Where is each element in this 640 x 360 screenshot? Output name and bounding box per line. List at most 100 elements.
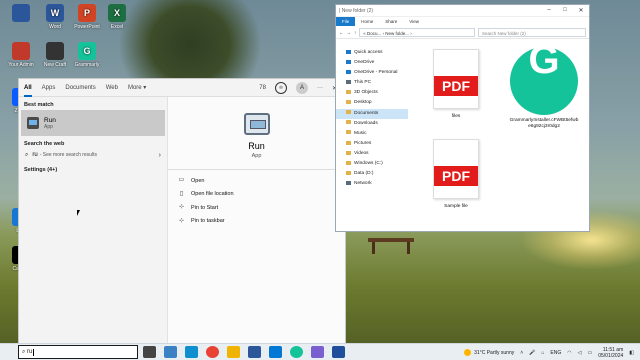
sun-icon (464, 349, 472, 356)
teams-icon[interactable] (311, 346, 324, 358)
action-open-file-location[interactable]: ▯ Open file location (168, 188, 345, 202)
avatar[interactable]: A (295, 82, 308, 94)
desktop-icon[interactable]: P PowerPoint (70, 4, 104, 30)
network-icon[interactable]: ⌂ (541, 350, 544, 356)
back-icon[interactable]: ← (339, 30, 344, 35)
nav-item[interactable]: 3D Objects (336, 88, 408, 98)
action-pin-to-start[interactable]: ⊹ Pin to Start (168, 201, 345, 215)
maximize-icon[interactable]: □ (557, 7, 573, 14)
minimize-icon[interactable]: – (541, 7, 557, 14)
settings-results-heading[interactable]: Settings (4+) (19, 161, 167, 179)
tab-web[interactable]: Web (106, 79, 118, 97)
reward-points[interactable]: 78 (259, 85, 266, 91)
nav-item[interactable]: Network (336, 179, 408, 189)
trophy-icon[interactable]: ♔ (274, 82, 287, 94)
folder-icon: ▯ (179, 190, 184, 197)
nav-item[interactable]: Windows (C:) (336, 159, 408, 169)
file-item[interactable]: PDF Sample file (414, 139, 498, 210)
ribbon-tab-file[interactable]: File (336, 17, 356, 26)
desktop-icon[interactable]: Your Admin (4, 42, 38, 68)
edge-icon[interactable] (185, 346, 198, 358)
folder-search-input[interactable]: Search New folder (2) (478, 27, 586, 37)
desktop-icon[interactable]: W Word (38, 4, 72, 30)
nav-item-label: Pictures (354, 140, 372, 146)
volume-icon[interactable]: ◁ (578, 350, 582, 356)
pin-icon: ⊹ (178, 204, 185, 211)
nav-item[interactable]: OneDrive (336, 58, 408, 68)
weather-widget[interactable]: 31°C Partly sunny (464, 349, 514, 356)
nav-item[interactable]: Data (D:) (336, 169, 408, 179)
nav-item[interactable]: Quick access (336, 48, 408, 58)
nav-item[interactable]: This PC (336, 78, 408, 88)
chevron-down-icon: ▾ (143, 84, 147, 91)
word-taskbar-icon[interactable] (248, 346, 261, 358)
wifi-icon[interactable]: ◠ (567, 350, 571, 356)
action-pin-to-taskbar[interactable]: ⊹ Pin to taskbar (168, 215, 345, 229)
preview-subtitle: App (251, 153, 262, 159)
file-item[interactable]: PDF files (414, 49, 498, 120)
navigation-pane: Quick access OneDrive OneDrive - Personal T… (336, 40, 408, 231)
best-match-title: Run (44, 116, 56, 124)
web-search-result[interactable]: ⌕ ru - See more search results › (19, 149, 167, 161)
more-options-icon[interactable]: ··· (317, 85, 323, 91)
run-app-large-icon (243, 113, 270, 135)
nav-item[interactable]: Videos (336, 149, 408, 159)
result-preview-pane: Run App ▭ Open ▯ Open file location ⊹ Pin t… (167, 97, 345, 343)
nav-item-label: Windows (C:) (354, 161, 383, 167)
nav-item[interactable]: Desktop (336, 98, 408, 108)
forward-icon[interactable]: → (347, 30, 352, 35)
mic-icon[interactable]: 🎤 (529, 350, 535, 356)
search-icon: ⌕ (22, 348, 26, 355)
action-open-label: Open (191, 177, 205, 184)
tab-apps[interactable]: Apps (42, 79, 56, 97)
nav-item-label: Data (D:) (354, 171, 374, 177)
chrome-icon[interactable] (206, 346, 219, 358)
ribbon-tab-share[interactable]: Share (379, 19, 403, 24)
window-title-bar[interactable]: | New folder (2) – □ ✕ (336, 5, 589, 17)
tab-documents[interactable]: Documents (65, 79, 95, 97)
tab-more[interactable]: More ▾ (128, 79, 146, 97)
clock[interactable]: 11:51 am 05/01/2024 (598, 347, 623, 359)
file-name: GrammarlyInstaller.cFWBt5efwb e6g92cj3r0… (509, 118, 579, 129)
battery-icon[interactable]: ▭ (588, 350, 593, 356)
language-indicator[interactable]: ENG (550, 350, 561, 356)
nav-item[interactable]: Documents (336, 108, 408, 119)
nav-item-icon (346, 130, 351, 135)
desktop-icon-label: PowerPoint (74, 24, 100, 30)
desktop-icon[interactable]: G Grammarly (70, 42, 104, 68)
search-icon: ⌕ (25, 151, 29, 158)
preview-title: Run (248, 141, 265, 151)
tab-all[interactable]: All (24, 79, 32, 97)
best-match-result[interactable]: Run App (21, 110, 165, 136)
nav-item-icon (346, 140, 351, 145)
taskbar-search-box[interactable]: ⌕ ru (18, 345, 138, 359)
widgets-icon[interactable] (164, 346, 177, 358)
nav-item-label: OneDrive - Personal (354, 70, 398, 76)
action-open[interactable]: ▭ Open (168, 174, 345, 188)
nav-item-icon (346, 170, 351, 175)
store-icon[interactable] (269, 346, 282, 358)
ribbon-tab-home[interactable]: Home (355, 19, 379, 24)
notification-icon[interactable]: ◧ (629, 350, 634, 356)
file-item[interactable]: GrammarlyInstaller.cFWBt5efwb e6g92cj3r0… (502, 47, 586, 130)
desktop-app-icon: W (46, 4, 64, 22)
nav-item[interactable]: OneDrive - Personal (336, 68, 408, 78)
run-app-icon (27, 117, 39, 129)
up-icon[interactable]: ↑ (354, 30, 356, 35)
task-view-icon[interactable] (143, 346, 156, 358)
ribbon-tab-view[interactable]: View (403, 19, 425, 24)
nav-item-icon (346, 90, 351, 95)
nav-item[interactable]: Music (336, 129, 408, 139)
desktop-icon[interactable] (4, 4, 38, 24)
desktop-icon-label: Your Admin (8, 62, 34, 68)
chevron-up-icon[interactable]: ˄ (520, 350, 523, 356)
desktop-icon[interactable]: X Excel (100, 4, 134, 30)
word-taskbar-icon-2[interactable] (332, 346, 345, 358)
nav-item[interactable]: Downloads (336, 119, 408, 129)
address-bar[interactable]: « Docu... › New folde... › (359, 27, 475, 37)
grammarly-taskbar-icon[interactable] (290, 346, 303, 358)
desktop-icon[interactable]: New Craft (38, 42, 72, 68)
nav-item[interactable]: Pictures (336, 139, 408, 149)
file-explorer-icon[interactable] (227, 346, 240, 358)
close-window-icon[interactable]: ✕ (573, 7, 589, 14)
